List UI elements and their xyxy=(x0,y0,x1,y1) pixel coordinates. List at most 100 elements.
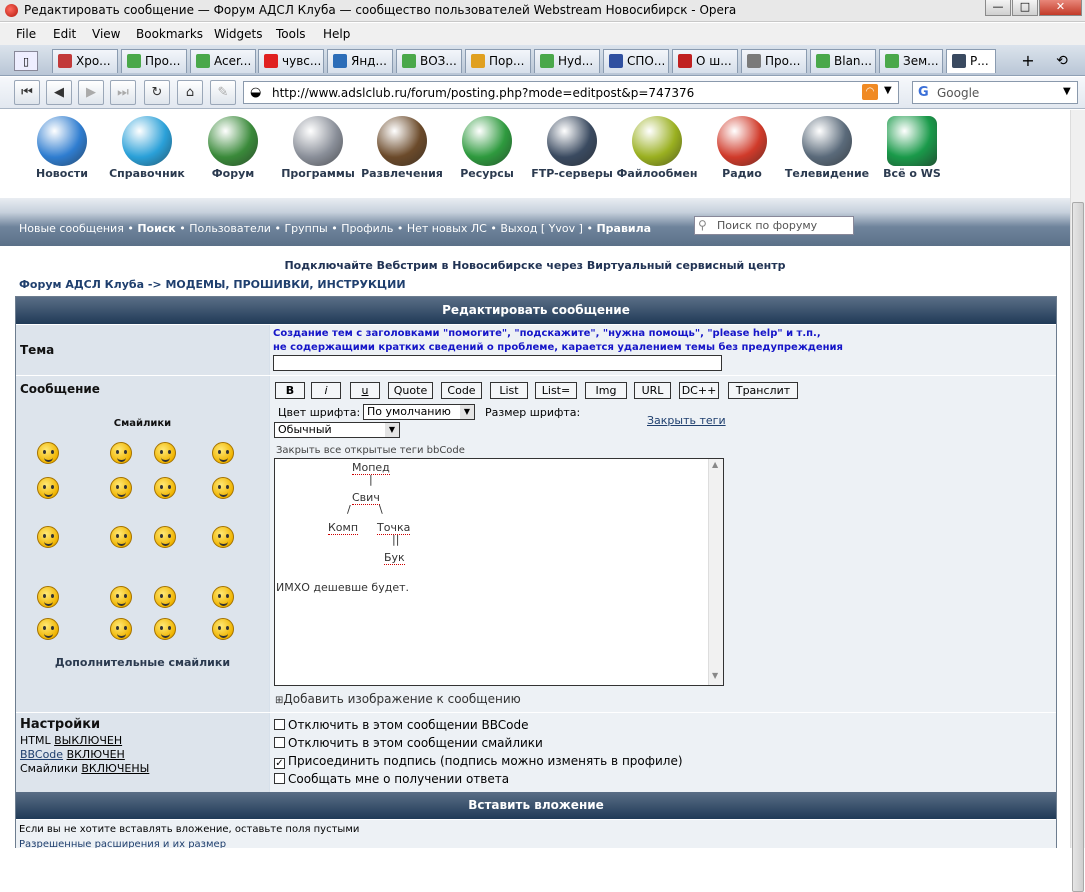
close-window-button[interactable]: ✕ xyxy=(1039,0,1082,16)
new-tab-button[interactable]: + xyxy=(1016,51,1040,71)
menu-tools[interactable]: Tools xyxy=(276,27,306,41)
list-button[interactable]: List xyxy=(490,382,528,399)
forum-search-input[interactable]: ⚲ Поиск по форуму xyxy=(694,216,854,235)
smiley-icon[interactable] xyxy=(110,477,132,499)
smiley-icon[interactable] xyxy=(154,526,176,548)
checkbox-checked[interactable]: ✓ xyxy=(274,758,285,769)
maximize-button[interactable]: □ xyxy=(1012,0,1038,16)
tab-11[interactable]: Про... xyxy=(741,49,807,73)
smiley-icon[interactable] xyxy=(154,442,176,464)
smiley-icon[interactable] xyxy=(37,526,59,548)
promo-link[interactable]: Подключайте Вебстрим в Новосибирске чере… xyxy=(0,259,1070,272)
address-field[interactable]: ◒ http://www.adslclub.ru/forum/posting.p… xyxy=(243,81,899,104)
tab-12[interactable]: Blan... xyxy=(810,49,876,73)
nav-new-posts[interactable]: Новые сообщения xyxy=(19,222,124,235)
menu-file[interactable]: File xyxy=(16,27,36,41)
wand-icon[interactable]: ✎ xyxy=(210,80,236,105)
option-4[interactable]: Сообщать мне о получении ответа xyxy=(274,772,509,786)
back-icon[interactable]: ◀ xyxy=(46,80,72,105)
tab-13[interactable]: Зем... xyxy=(879,49,943,73)
smiley-icon[interactable] xyxy=(154,586,176,608)
quote-button[interactable]: Quote xyxy=(388,382,433,399)
option-1[interactable]: Отключить в этом сообщении BBCode xyxy=(274,718,529,732)
section-link-2[interactable]: Справочник xyxy=(97,110,197,180)
tab-2[interactable]: Про... xyxy=(121,49,187,73)
smiley-icon[interactable] xyxy=(154,618,176,640)
smiley-icon[interactable] xyxy=(37,618,59,640)
scroll-down-icon[interactable]: ▼ xyxy=(712,671,718,680)
checkbox[interactable] xyxy=(274,719,285,730)
dcpp-button[interactable]: DC++ xyxy=(679,382,719,399)
nav-rules[interactable]: Правила xyxy=(596,222,651,235)
tab-6[interactable]: ВОЗ... xyxy=(396,49,462,73)
bbcode-state-link[interactable]: ВКЛЮЧЕН xyxy=(67,748,125,761)
topic-input[interactable] xyxy=(273,355,722,371)
page-scrollbar[interactable] xyxy=(1070,110,1085,892)
minimize-button[interactable]: — xyxy=(985,0,1011,16)
font-size-select[interactable]: Обычный ▼ xyxy=(274,422,400,438)
menu-bookmarks[interactable]: Bookmarks xyxy=(136,27,203,41)
bbcode-label-link[interactable]: BBCode xyxy=(20,748,63,761)
smiley-icon[interactable] xyxy=(110,442,132,464)
tab-3[interactable]: Acer... xyxy=(190,49,256,73)
fast-forward-icon[interactable]: ⏭ xyxy=(110,80,136,105)
tab-7[interactable]: Пор... xyxy=(465,49,531,73)
menu-view[interactable]: View xyxy=(92,27,120,41)
tab-14[interactable]: Р... xyxy=(946,49,996,73)
nav-profile[interactable]: Профиль xyxy=(341,222,393,235)
option-3[interactable]: ✓ Присоединить подпись (подпись можно изм… xyxy=(274,754,683,769)
section-link-11[interactable]: Всё о WS xyxy=(862,110,962,180)
tab-5[interactable]: Янд... xyxy=(327,49,393,73)
rewind-icon[interactable]: ⏮ xyxy=(14,80,40,105)
menu-help[interactable]: Help xyxy=(323,27,350,41)
smiley-icon[interactable] xyxy=(212,477,234,499)
bold-button[interactable]: B xyxy=(275,382,305,399)
url-button[interactable]: URL xyxy=(634,382,671,399)
smiley-icon[interactable] xyxy=(212,618,234,640)
panel-toggle-icon[interactable]: ▯ xyxy=(14,51,38,71)
forward-icon[interactable]: ▶ xyxy=(78,80,104,105)
smiley-icon[interactable] xyxy=(212,442,234,464)
font-color-select[interactable]: По умолчанию ▼ xyxy=(363,404,475,420)
chevron-down-icon[interactable]: ▼ xyxy=(884,85,892,96)
list-ordered-button[interactable]: List= xyxy=(535,382,577,399)
smiley-icon[interactable] xyxy=(37,442,59,464)
code-button[interactable]: Code xyxy=(441,382,482,399)
tab-8[interactable]: Hyd... xyxy=(534,49,600,73)
textarea-scrollbar[interactable]: ▲ ▼ xyxy=(708,459,723,685)
smiley-icon[interactable] xyxy=(37,586,59,608)
home-icon[interactable]: ⌂ xyxy=(177,80,203,105)
smiley-icon[interactable] xyxy=(154,477,176,499)
scroll-up-icon[interactable]: ▲ xyxy=(712,460,718,469)
smiley-icon[interactable] xyxy=(110,586,132,608)
nav-logout[interactable]: Выход [ Yvov ] xyxy=(500,222,583,235)
smiley-icon[interactable] xyxy=(37,477,59,499)
nav-no-pm[interactable]: Нет новых ЛС xyxy=(407,222,487,235)
add-image-link[interactable]: ⊞Добавить изображение к сообщению xyxy=(275,692,521,706)
nav-users[interactable]: Пользователи xyxy=(189,222,271,235)
option-2[interactable]: Отключить в этом сообщении смайлики xyxy=(274,736,543,750)
tab-9[interactable]: СПО... xyxy=(603,49,669,73)
more-smilies-link[interactable]: Дополнительные смайлики xyxy=(16,656,269,669)
trash-icon[interactable]: ⟲ xyxy=(1050,51,1074,71)
page-scrollbar-thumb[interactable] xyxy=(1072,202,1084,892)
smiley-icon[interactable] xyxy=(110,526,132,548)
html-state-link[interactable]: ВЫКЛЮЧЕН xyxy=(54,734,122,747)
tab-1[interactable]: Хро... xyxy=(52,49,118,73)
smiley-icon[interactable] xyxy=(212,586,234,608)
img-button[interactable]: Img xyxy=(585,382,627,399)
menu-edit[interactable]: Edit xyxy=(53,27,76,41)
rss-feed-icon[interactable]: ◠ xyxy=(862,84,878,100)
close-tags-link[interactable]: Закрыть теги xyxy=(647,414,726,427)
checkbox[interactable] xyxy=(274,737,285,748)
tab-10[interactable]: О ш... xyxy=(672,49,738,73)
translit-button[interactable]: Транслит xyxy=(728,382,798,399)
reload-icon[interactable]: ↻ xyxy=(144,80,170,105)
italic-button[interactable]: i xyxy=(311,382,341,399)
menu-widgets[interactable]: Widgets xyxy=(214,27,263,41)
message-textarea[interactable]: Мопед | Свич / \ Комп Точка || Бук ИМХО … xyxy=(274,458,724,686)
checkbox[interactable] xyxy=(274,773,285,784)
tab-4[interactable]: чувс... xyxy=(258,49,324,73)
smiley-icon[interactable] xyxy=(110,618,132,640)
breadcrumb[interactable]: Форум АДСЛ Клуба -> МОДЕМЫ, ПРОШИВКИ, ИН… xyxy=(19,278,406,291)
